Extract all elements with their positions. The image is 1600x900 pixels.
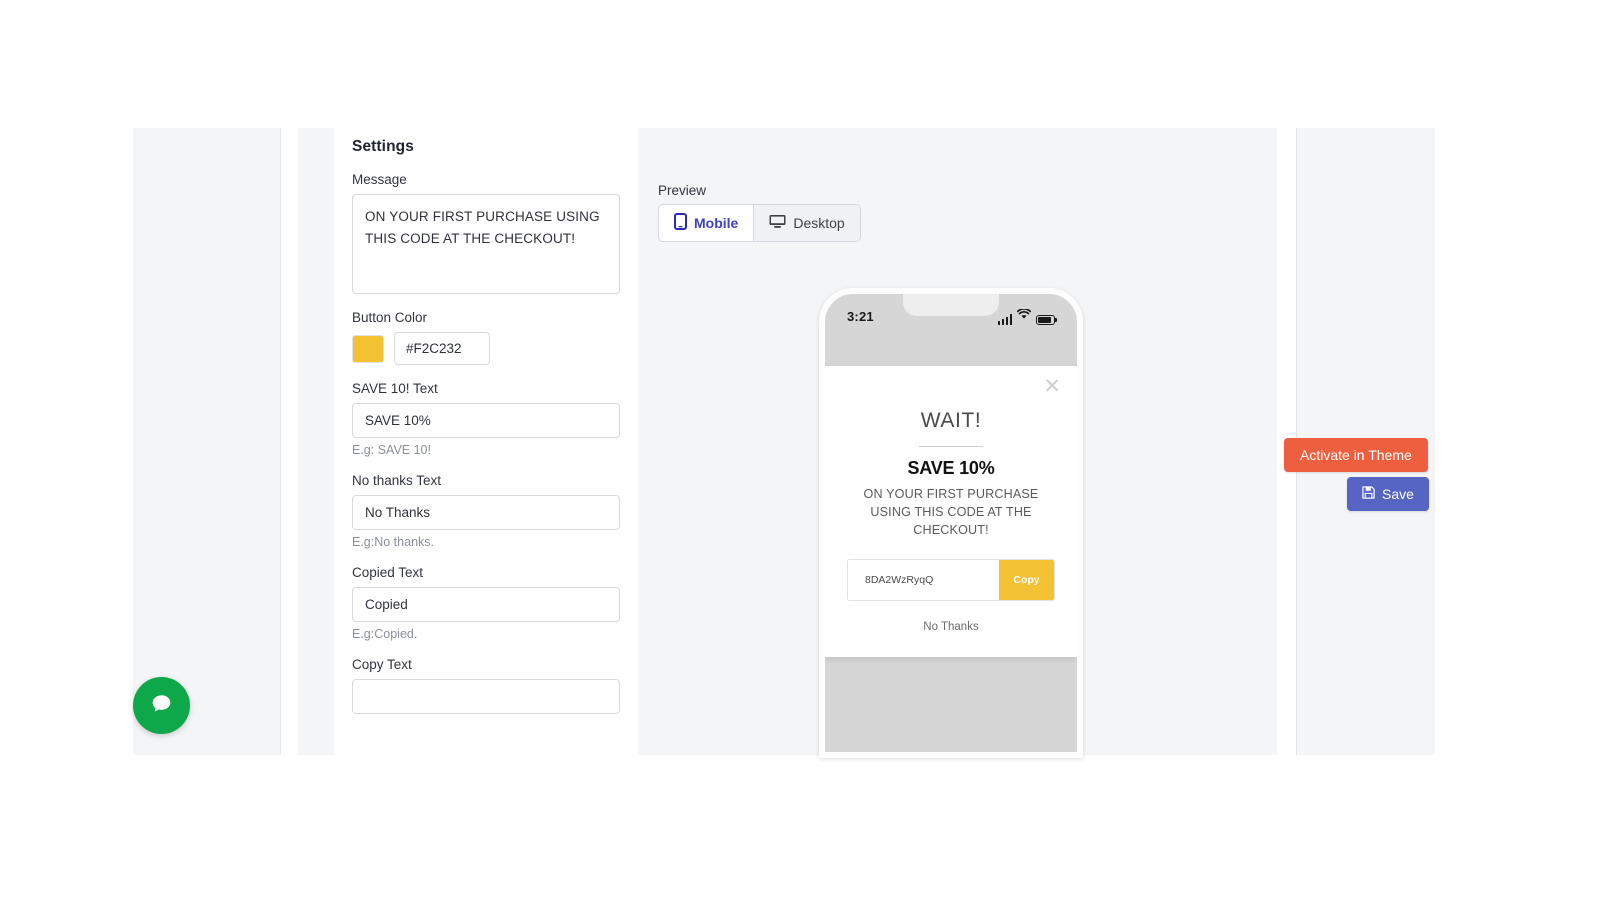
desktop-monitor-icon — [769, 214, 786, 232]
cellular-signal-icon — [997, 314, 1012, 325]
settings-panel: Settings Message Button Color SAVE 10! T… — [334, 128, 638, 755]
page-title: Settings — [352, 138, 414, 155]
message-label: Message — [352, 172, 407, 187]
message-textarea[interactable] — [352, 194, 620, 294]
field-button-color: Button Color — [352, 310, 620, 365]
save-text-hint: E.g: SAVE 10! — [352, 443, 431, 457]
chat-bubble-icon — [148, 690, 175, 722]
save-button[interactable]: Save — [1347, 477, 1429, 511]
copied-text-hint: E.g:Copied. — [352, 627, 418, 641]
copied-text-label: Copied Text — [352, 565, 424, 580]
preview-label: Preview — [658, 183, 707, 198]
field-save-text: SAVE 10! Text E.g: SAVE 10! — [352, 381, 620, 457]
tab-mobile[interactable]: Mobile — [659, 205, 754, 241]
discount-modal: ✕ WAIT! SAVE 10% ON YOUR FIRST PURCHASE … — [825, 366, 1077, 657]
copy-text-input[interactable] — [352, 679, 620, 714]
modal-message: ON YOUR FIRST PURCHASE USING THIS CODE A… — [863, 487, 1039, 537]
battery-icon — [1036, 315, 1058, 325]
copy-text-label: Copy Text — [352, 657, 412, 672]
save-text-input[interactable] — [352, 403, 620, 438]
floppy-disk-save-icon — [1362, 486, 1375, 502]
coupon-row: 8DA2WzRyqQ Copy — [847, 558, 1055, 601]
copy-button[interactable]: Copy — [999, 559, 1054, 600]
save-button-label: Save — [1382, 486, 1414, 502]
coupon-code[interactable]: 8DA2WzRyqQ — [848, 559, 999, 600]
button-color-input[interactable] — [394, 332, 490, 365]
activate-in-theme-button[interactable]: Activate in Theme — [1284, 438, 1428, 472]
copied-text-input[interactable] — [352, 587, 620, 622]
tab-desktop[interactable]: Desktop — [754, 205, 860, 241]
chat-widget-button[interactable] — [133, 677, 190, 734]
tab-mobile-label: Mobile — [694, 215, 739, 231]
settings-gutter-panel — [298, 128, 334, 755]
modal-heading: WAIT! — [920, 409, 982, 432]
no-thanks-text-hint: E.g:No thanks. — [352, 535, 434, 549]
mobile-phone-icon — [674, 213, 687, 233]
field-message: Message — [352, 172, 620, 294]
no-thanks-text-input[interactable] — [352, 495, 620, 530]
no-thanks-link[interactable]: No Thanks — [847, 621, 1055, 633]
preview-device-toggle: Mobile Desktop — [658, 204, 861, 242]
field-no-thanks-text: No thanks Text E.g:No thanks. — [352, 473, 620, 549]
field-copied-text: Copied Text E.g:Copied. — [352, 565, 620, 641]
wifi-icon — [1016, 307, 1032, 325]
phone-status-bar: 3:21 — [825, 305, 1077, 327]
field-copy-text: Copy Text — [352, 657, 620, 714]
no-thanks-text-label: No thanks Text — [352, 473, 442, 488]
button-color-label: Button Color — [352, 310, 428, 325]
modal-divider — [919, 446, 983, 447]
left-rail-panel — [133, 128, 281, 755]
close-x-icon[interactable]: ✕ — [1043, 376, 1061, 397]
preview-panel: Preview Mobile Desktop 3:21 ✕ WAIT! SAVE… — [638, 128, 1277, 758]
phone-mockup: 3:21 ✕ WAIT! SAVE 10% ON YOUR FIRST PURC… — [819, 288, 1083, 758]
save-text-label: SAVE 10! Text — [352, 381, 438, 396]
modal-subheading: SAVE 10% — [907, 458, 995, 478]
tab-desktop-label: Desktop — [793, 215, 845, 231]
button-color-swatch[interactable] — [352, 334, 384, 363]
app-page: Settings Message Button Color SAVE 10! T… — [0, 0, 1600, 900]
status-bar-time: 3:21 — [847, 308, 874, 324]
